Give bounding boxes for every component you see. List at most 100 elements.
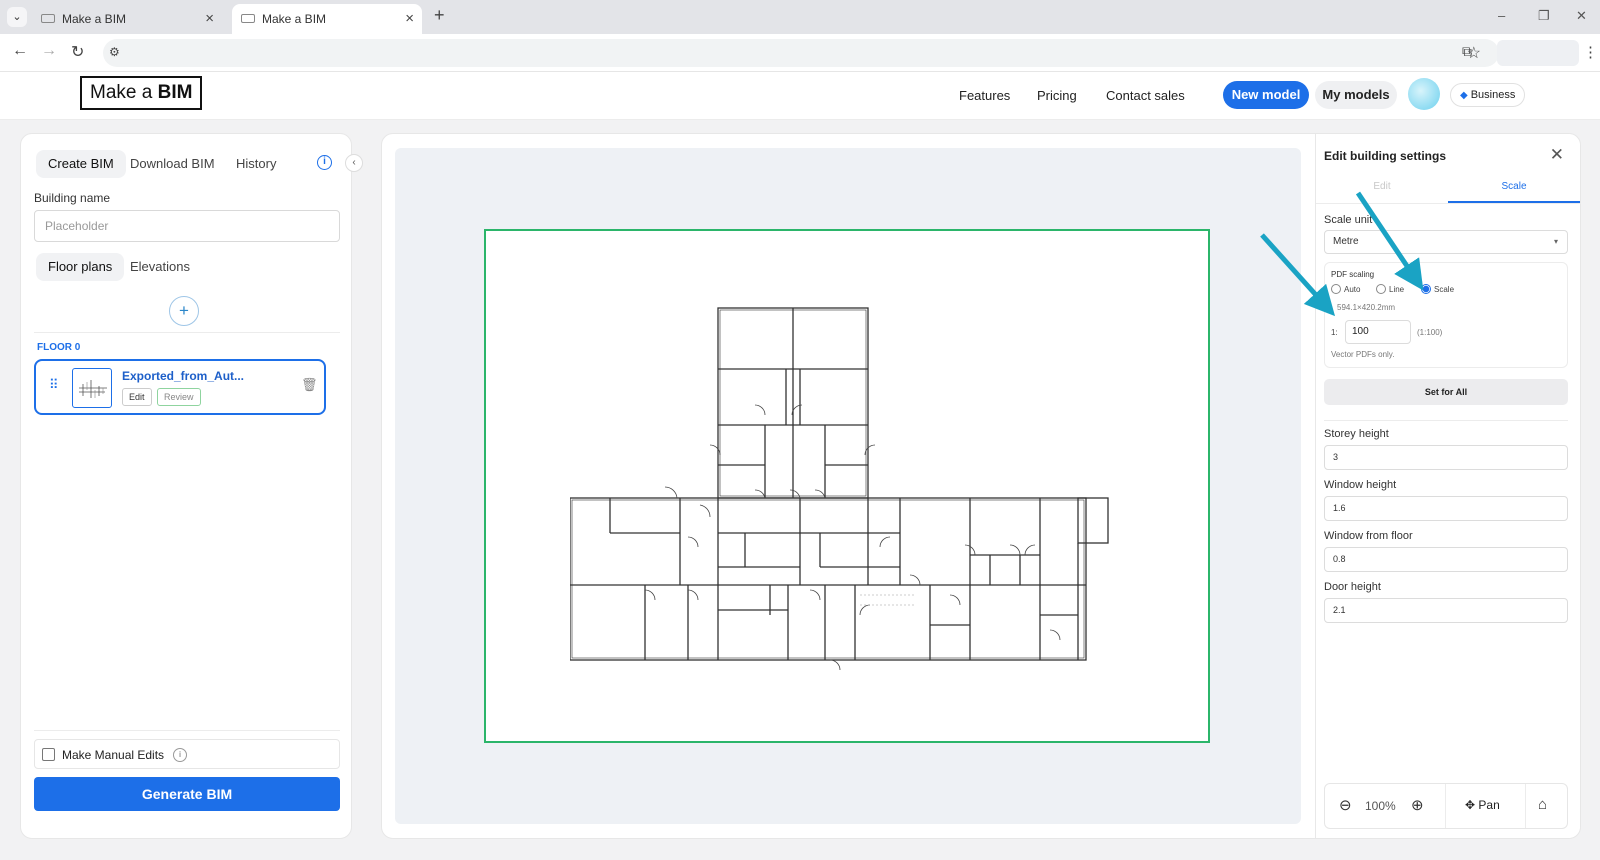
divider (1525, 784, 1526, 828)
window-from-floor-input[interactable]: 0.8 (1324, 547, 1568, 572)
tab-title: Make a BIM (62, 12, 127, 26)
nav-features[interactable]: Features (959, 88, 1010, 103)
logo[interactable]: Make a BIM (80, 76, 203, 110)
plan-badge[interactable]: ◆ Business (1450, 83, 1526, 107)
review-button[interactable]: Review (157, 388, 201, 406)
window-from-floor-label: Window from floor (1324, 530, 1413, 542)
tab-favicon-icon (41, 14, 55, 23)
tab-floor-plans[interactable]: Floor plans (36, 253, 125, 281)
divider (1324, 420, 1568, 421)
divider (1316, 203, 1581, 204)
floor-plan-drawing (570, 307, 1109, 671)
info-icon[interactable]: i (173, 748, 187, 762)
manual-edits-row: Make Manual Edits i (34, 739, 340, 769)
tab-create-bim[interactable]: Create BIM (36, 150, 126, 178)
tab-edit[interactable]: Edit (1316, 173, 1448, 203)
avatar[interactable] (1408, 78, 1440, 110)
storey-height-label: Storey height (1324, 428, 1389, 440)
nav-contact-sales[interactable]: Contact sales (1106, 88, 1185, 103)
drag-handle-icon[interactable]: ⠿ (49, 377, 58, 393)
radio-scale[interactable]: Scale (1421, 284, 1454, 294)
radio-line-label: Line (1389, 285, 1405, 294)
radio-scale-label: Scale (1434, 285, 1455, 294)
window-close-icon[interactable]: ✕ (1576, 8, 1587, 24)
vector-pdf-note: Vector PDFs only. (1331, 350, 1395, 359)
pan-button[interactable]: ✥ Pan (1465, 798, 1500, 812)
profile-chip[interactable] (1497, 40, 1579, 66)
add-floor-button[interactable]: + (169, 296, 199, 326)
scale-ratio-input[interactable]: 100 (1345, 320, 1411, 344)
address-bar[interactable]: ⚙ ☆ (103, 39, 1499, 67)
radio-auto-label: Auto (1344, 285, 1361, 294)
pdf-scaling-label: PDF scaling (1331, 270, 1375, 279)
radio-auto[interactable]: Auto (1331, 284, 1360, 294)
new-tab-icon[interactable]: + (434, 5, 445, 26)
zoom-level: 100% (1365, 799, 1396, 813)
scale-ratio-hint: (1:100) (1417, 328, 1443, 337)
extensions-icon[interactable]: ⧉ (1462, 43, 1472, 60)
plan-badge-label: Business (1470, 89, 1516, 101)
reload-icon[interactable]: ↻ (71, 42, 84, 62)
site-settings-icon[interactable]: ⚙ (109, 45, 120, 59)
move-icon: ✥ (1465, 798, 1476, 812)
browser-tab[interactable]: Make a BIM × (32, 4, 222, 34)
floor-plan-thumbnail (72, 368, 112, 408)
floor-label: FLOOR 0 (37, 342, 81, 353)
pdf-scaling-group: PDF scaling Auto Line Scale 594.1×420.2m… (1324, 262, 1568, 368)
file-name[interactable]: Exported_from_Aut... (122, 369, 244, 383)
scale-unit-select[interactable]: Metre ▾ (1324, 230, 1568, 254)
divider (34, 332, 340, 333)
logo-text: Make a (90, 82, 158, 103)
tab-close-icon[interactable]: × (205, 10, 214, 27)
pan-label: Pan (1478, 798, 1500, 812)
info-icon[interactable]: i (317, 155, 332, 170)
radio-dot-selected-icon (1421, 284, 1431, 294)
radio-line[interactable]: Line (1376, 284, 1404, 294)
radio-dot-icon (1331, 284, 1341, 294)
tab-favicon-icon (241, 14, 255, 23)
sheet-dimensions: 594.1×420.2mm (1337, 303, 1396, 312)
nav-pricing[interactable]: Pricing (1037, 88, 1077, 103)
close-icon[interactable]: ✕ (1550, 145, 1564, 165)
browser-tabstrip: ⌄ Make a BIM × Make a BIM × + – ❐ ✕ (0, 0, 1600, 34)
building-name-label: Building name (34, 191, 111, 205)
radio-dot-icon (1376, 284, 1386, 294)
chevron-left-icon[interactable]: ‹ (345, 154, 363, 172)
browser-menu-icon[interactable]: ⋮ (1583, 43, 1598, 61)
zoom-in-icon[interactable]: ⊕ (1411, 796, 1424, 814)
create-bim-panel: Create BIM Download BIM History i ‹ Buil… (20, 133, 363, 839)
home-icon[interactable]: ⌂ (1538, 796, 1547, 813)
tab-search-icon[interactable]: ⌄ (7, 7, 27, 27)
tab-elevations[interactable]: Elevations (118, 253, 202, 281)
manual-edits-label: Make Manual Edits (62, 748, 165, 762)
site-header: Make a BIM Features Pricing Contact sale… (0, 72, 1600, 120)
new-model-button[interactable]: New model (1223, 81, 1309, 109)
trash-icon[interactable]: 🗑 (301, 377, 318, 393)
tab-scale[interactable]: Scale (1448, 173, 1580, 203)
tab-download-bim[interactable]: Download BIM (118, 150, 227, 178)
restore-icon[interactable]: ❐ (1538, 8, 1550, 24)
window-height-input[interactable]: 1.6 (1324, 496, 1568, 521)
edit-button[interactable]: Edit (122, 388, 152, 406)
logo-bold: BIM (157, 82, 193, 103)
generate-bim-button[interactable]: Generate BIM (34, 777, 340, 811)
door-height-label: Door height (1324, 581, 1381, 593)
forward-icon[interactable]: → (41, 42, 57, 60)
floor-plan-card[interactable]: ⠿ Exported_from_Aut... Edit Review 🗑 (34, 359, 326, 415)
back-icon[interactable]: ← (12, 42, 28, 60)
storey-height-input[interactable]: 3 (1324, 445, 1568, 470)
door-height-input[interactable]: 2.1 (1324, 598, 1568, 623)
minimize-icon[interactable]: – (1498, 8, 1505, 23)
zoom-out-icon[interactable]: ⊖ (1339, 796, 1352, 814)
chevron-down-icon: ▾ (1553, 237, 1558, 246)
set-for-all-button[interactable]: Set for All (1324, 379, 1568, 405)
tab-close-icon[interactable]: × (405, 10, 414, 27)
browser-tab-active[interactable]: Make a BIM × (232, 4, 422, 34)
divider (34, 730, 340, 731)
my-models-button[interactable]: My models (1315, 81, 1397, 109)
browser-toolbar: ← → ↻ ⚙ ☆ ⧉ ⋮ (0, 34, 1600, 72)
manual-edits-checkbox[interactable] (42, 748, 55, 761)
tab-history[interactable]: History (224, 150, 288, 178)
divider (1445, 784, 1446, 828)
building-name-input[interactable]: Placeholder (34, 210, 340, 242)
